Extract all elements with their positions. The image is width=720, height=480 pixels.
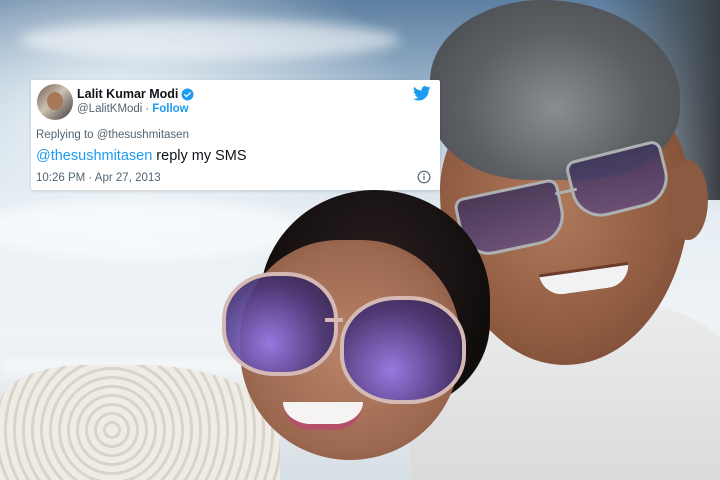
body-mention-link[interactable]: @thesushmitasen bbox=[36, 148, 152, 164]
replying-to-handle[interactable]: @thesushmitasen bbox=[97, 129, 189, 141]
woman-sunglasses-right bbox=[340, 296, 466, 404]
background-photo bbox=[0, 0, 720, 480]
author-name[interactable]: Lalit Kumar Modi bbox=[77, 87, 178, 101]
replying-prefix: Replying to bbox=[36, 129, 94, 141]
body-text: reply my SMS bbox=[152, 148, 247, 164]
tweet-body: @thesushmitasen reply my SMS bbox=[36, 148, 247, 164]
woman-sunglasses-left bbox=[222, 272, 338, 376]
separator: · bbox=[145, 103, 150, 115]
twitter-bird-icon[interactable] bbox=[413, 86, 431, 101]
tweet-timestamp[interactable]: 10:26 PM · Apr 27, 2013 bbox=[36, 172, 161, 184]
tweet-card: Lalit Kumar Modi @LalitKModi · Follow Re… bbox=[31, 80, 440, 190]
verified-badge-icon bbox=[181, 88, 194, 100]
info-icon[interactable] bbox=[417, 170, 431, 184]
replying-to-line: Replying to @thesushmitasen bbox=[36, 129, 189, 141]
avatar[interactable] bbox=[37, 84, 73, 120]
author-handle[interactable]: @LalitKModi bbox=[77, 103, 142, 115]
follow-button[interactable]: Follow bbox=[152, 103, 188, 115]
author-name-row: Lalit Kumar Modi bbox=[77, 87, 194, 101]
handle-row: @LalitKModi · Follow bbox=[77, 103, 189, 115]
